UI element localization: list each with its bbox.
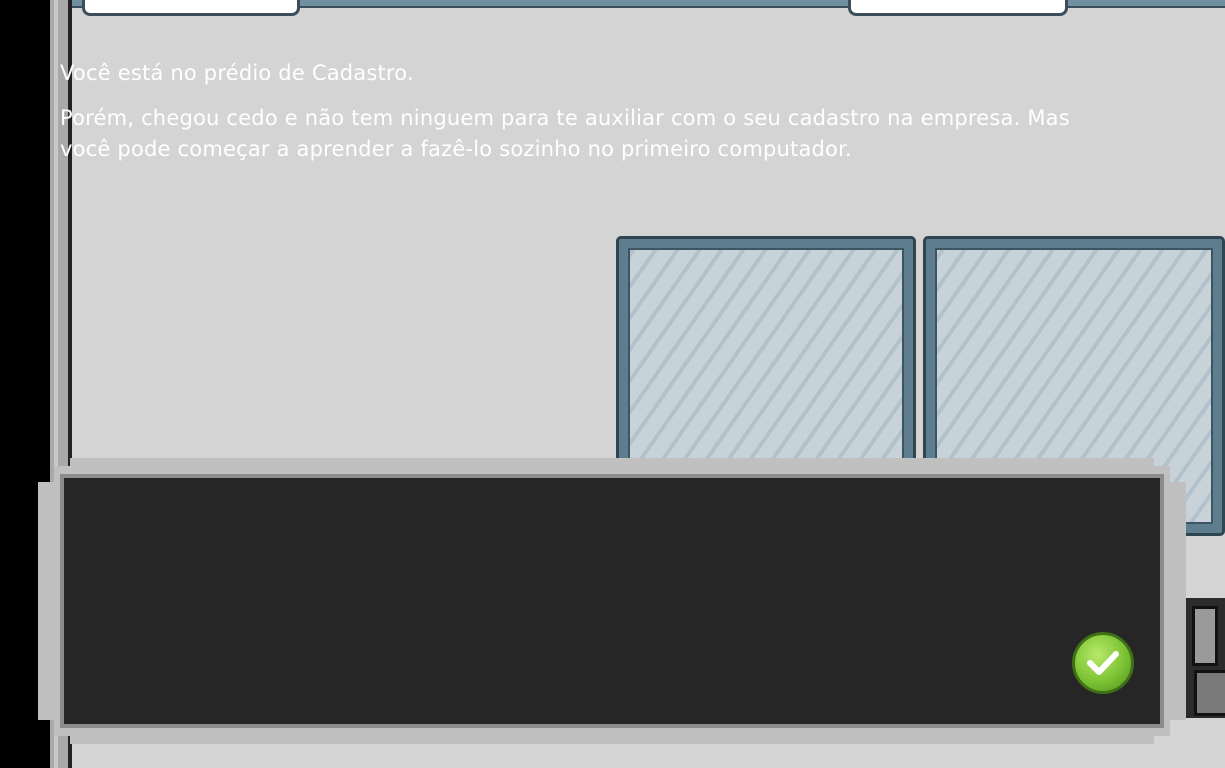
confirm-button[interactable] <box>1072 632 1134 694</box>
ceiling-light <box>82 0 300 16</box>
dialog-line-intro: Você está no prédio de Cadastro. <box>60 61 414 85</box>
computer-desk <box>1186 598 1225 718</box>
computer-screen <box>1192 606 1218 666</box>
dialog-box <box>38 458 1186 744</box>
ceiling-light <box>848 0 1068 16</box>
dialog-message: Você está no prédio de Cadastro. Porém, … <box>60 58 1110 179</box>
check-icon <box>1087 651 1119 675</box>
dialog-panel <box>60 474 1164 728</box>
dialog-line-body: Porém, chegou cedo e não tem ninguem par… <box>60 106 1070 161</box>
computer-keyboard <box>1194 670 1225 716</box>
game-scene: Você está no prédio de Cadastro. Porém, … <box>0 0 1225 768</box>
